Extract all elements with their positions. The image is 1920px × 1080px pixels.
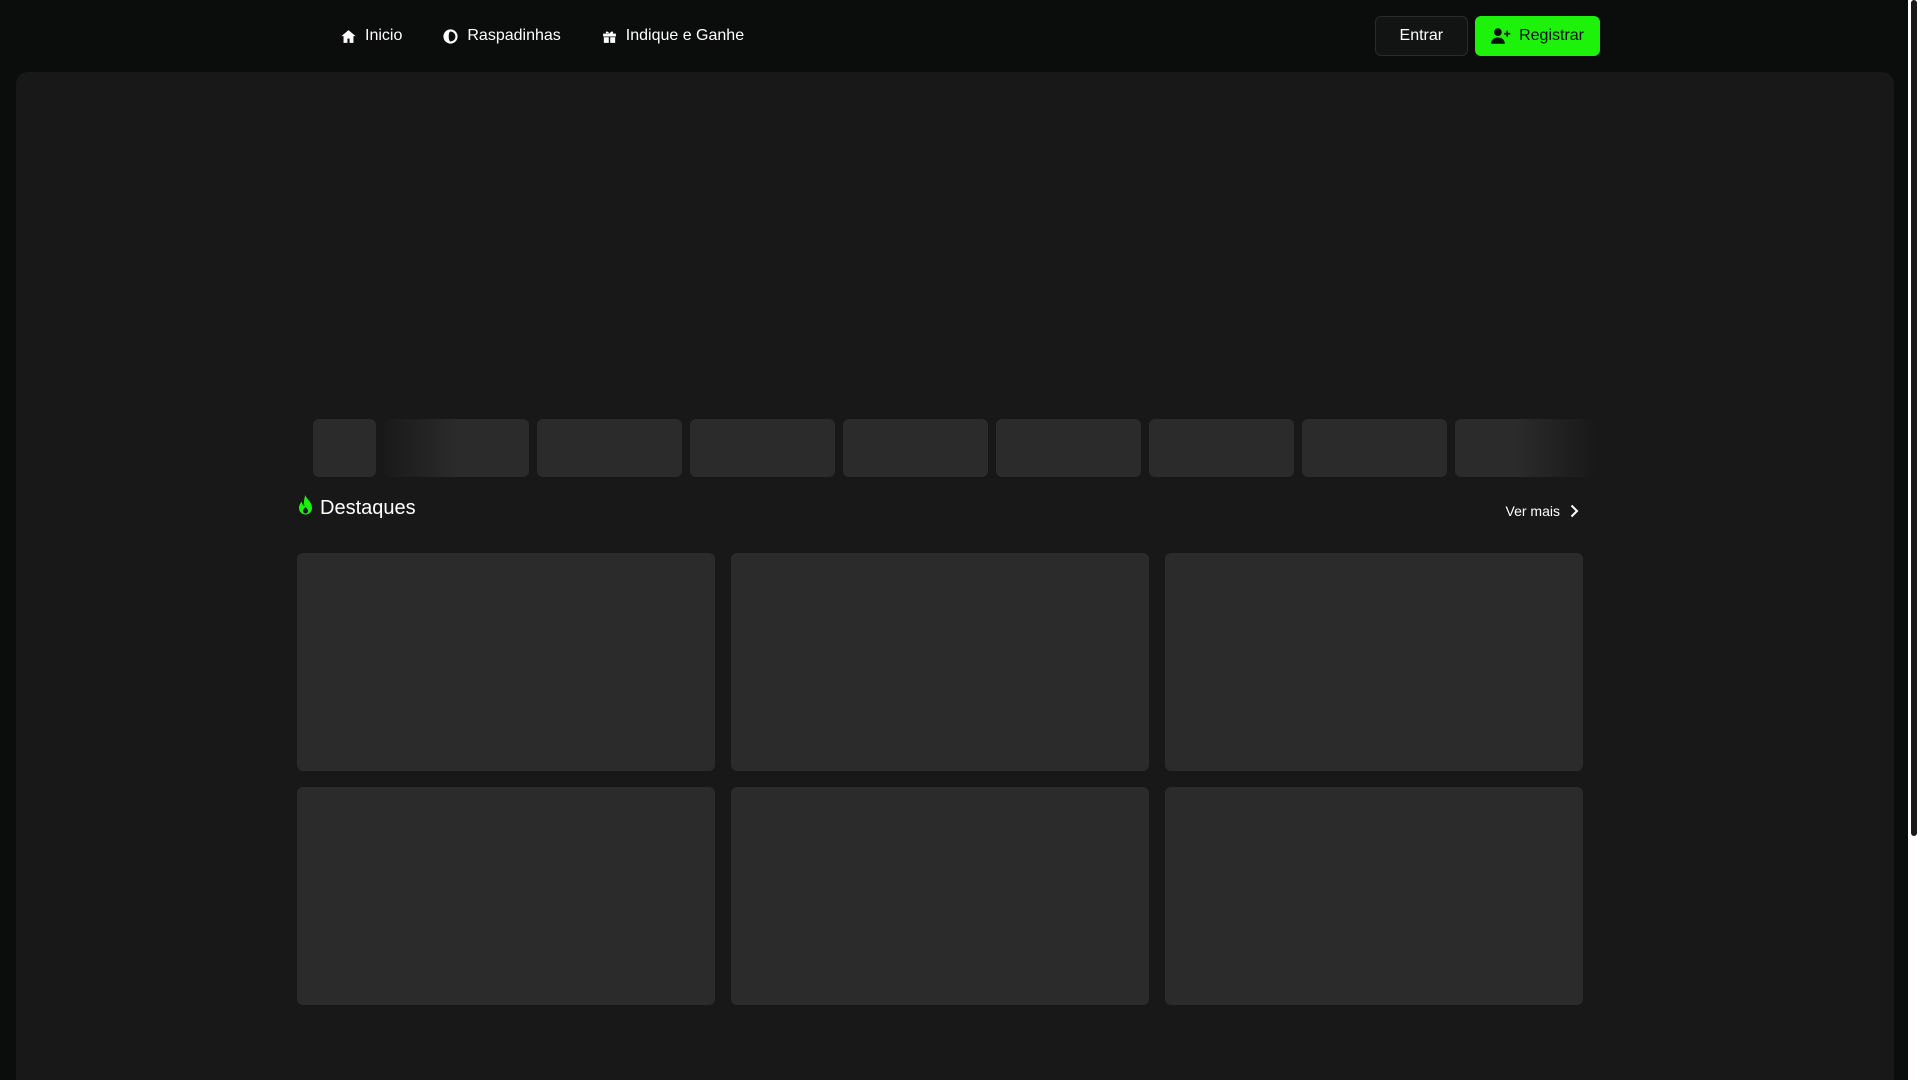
- main-nav: Inicio Raspadinhas Indique e Ganhe: [328, 0, 764, 72]
- page-scrollbar[interactable]: [1908, 0, 1920, 1080]
- featured-card[interactable]: [1165, 787, 1583, 1005]
- category-placeholder[interactable]: [384, 419, 529, 477]
- category-placeholder[interactable]: [1149, 419, 1294, 477]
- category-placeholder[interactable]: [996, 419, 1141, 477]
- gift-icon: [602, 30, 616, 43]
- user-plus-icon: [1491, 28, 1511, 44]
- featured-card[interactable]: [731, 553, 1149, 771]
- coin-icon: [443, 28, 458, 44]
- featured-header: Destaques Ver mais: [297, 494, 1579, 531]
- category-placeholder[interactable]: [690, 419, 835, 477]
- see-more-label: Ver mais: [1505, 503, 1560, 519]
- nav-item-label: Inicio: [365, 27, 403, 44]
- featured-card[interactable]: [731, 787, 1149, 1005]
- scrollbar-thumb[interactable]: [1911, 0, 1917, 836]
- featured-grid: [297, 553, 1583, 1005]
- chevron-right-icon: [1570, 504, 1579, 518]
- top-header: Inicio Raspadinhas Indique e Ganhe Entra…: [0, 0, 1908, 72]
- featured-title: Destaques: [297, 494, 416, 520]
- featured-card[interactable]: [297, 553, 715, 771]
- login-button[interactable]: Entrar: [1374, 16, 1469, 56]
- nav-item-label: Indique e Ganhe: [625, 27, 745, 44]
- register-button-label: Registrar: [1519, 27, 1584, 44]
- nav-item-label: Raspadinhas: [467, 27, 561, 44]
- home-icon: [341, 29, 356, 43]
- category-placeholder[interactable]: [537, 419, 682, 477]
- featured-title-text: Destaques: [320, 497, 416, 519]
- nav-item-raspadinhas[interactable]: Raspadinhas: [422, 16, 580, 56]
- category-strip: [297, 419, 1597, 477]
- see-more-link[interactable]: Ver mais: [1506, 503, 1579, 519]
- category-placeholder[interactable]: [1302, 419, 1447, 477]
- register-button[interactable]: Registrar: [1475, 16, 1600, 56]
- category-placeholder[interactable]: [843, 419, 988, 477]
- category-placeholder[interactable]: [1455, 419, 1597, 477]
- nav-item-inicio[interactable]: Inicio: [328, 16, 422, 56]
- featured-card[interactable]: [1165, 553, 1583, 771]
- featured-card[interactable]: [297, 787, 715, 1005]
- auth-buttons: Entrar Registrar: [1374, 16, 1600, 56]
- page: Inicio Raspadinhas Indique e Ganhe Entra…: [0, 0, 1920, 1080]
- fire-icon: [299, 494, 312, 514]
- nav-item-indique-e-ganhe[interactable]: Indique e Ganhe: [581, 16, 764, 56]
- category-placeholder[interactable]: [313, 419, 376, 477]
